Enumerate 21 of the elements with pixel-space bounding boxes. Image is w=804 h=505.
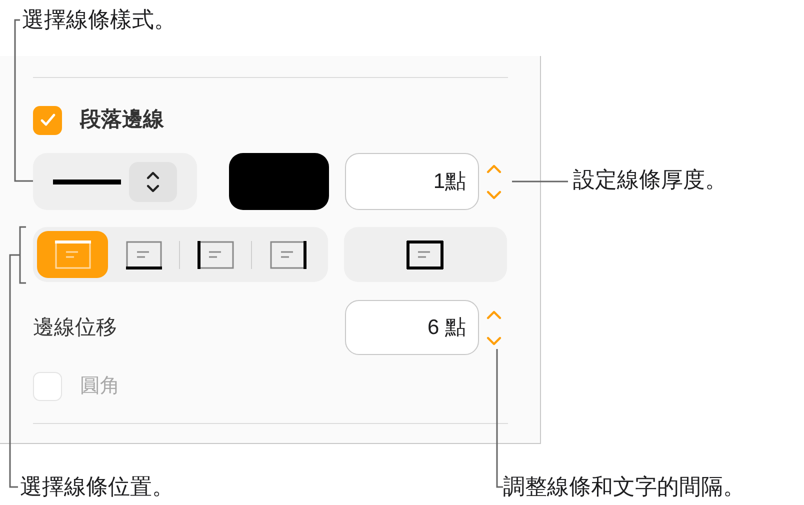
checkbox[interactable] <box>33 106 62 134</box>
thickness-field[interactable]: 1點 <box>345 153 479 210</box>
border-position-icon <box>196 240 234 270</box>
callout-text: 調整線條和文字的間隔。 <box>503 473 745 501</box>
checkbox-label: 段落邊線 <box>80 107 164 134</box>
leader-line <box>512 180 568 183</box>
border-position-icon <box>406 240 444 270</box>
line-style-icon <box>53 178 121 184</box>
callout-text: 選擇線條位置。 <box>20 473 174 501</box>
line-style-popup[interactable] <box>33 153 197 210</box>
chevron-icon <box>129 162 177 202</box>
offset-field[interactable]: 6 點 <box>345 300 479 355</box>
offset-label: 邊線位移 <box>33 314 118 341</box>
border-position-icon <box>124 240 162 270</box>
checkbox-label: 圓角 <box>80 374 120 399</box>
border-position-icon <box>268 240 306 270</box>
box-border-button[interactable] <box>344 227 507 282</box>
border-position-icon <box>54 240 92 270</box>
color-well[interactable] <box>229 153 329 210</box>
callout-text: 設定線條厚度。 <box>573 166 727 194</box>
callout-text: 選擇線條樣式。 <box>22 6 176 34</box>
